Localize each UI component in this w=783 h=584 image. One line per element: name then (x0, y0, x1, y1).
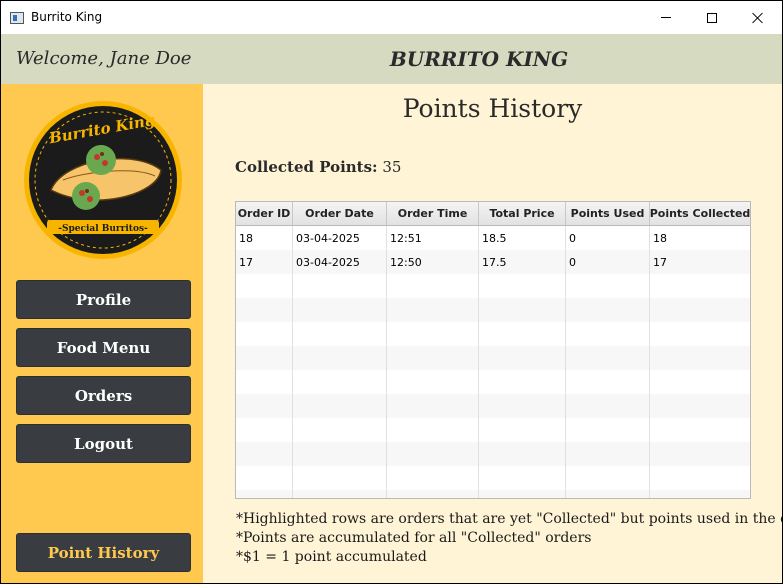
empty-table-row (236, 370, 750, 394)
column-header-order-id[interactable]: Order ID (236, 202, 293, 225)
minimize-button[interactable] (643, 1, 689, 34)
empty-table-row (236, 394, 750, 418)
logout-button[interactable]: Logout (16, 424, 191, 463)
logo-bottom-text: -Special Burritos- (58, 224, 148, 234)
app-icon (10, 12, 24, 24)
table-cell: 0 (566, 226, 650, 250)
window-title: Burrito King (31, 10, 103, 24)
collected-points: Collected Points: 35 (235, 158, 401, 176)
app-window: Burrito King Welcome, Jane Doe BURRITO K… (1, 1, 782, 583)
column-header-order-time[interactable]: Order Time (387, 202, 479, 225)
empty-table-row (236, 274, 750, 298)
empty-table-row (236, 442, 750, 466)
notes: *Highlighted rows are orders that are ye… (236, 510, 782, 567)
table-header: Order ID Order Date Order Time Total Pri… (236, 202, 750, 226)
empty-table-row (236, 490, 750, 498)
note-highlighted-rows: *Highlighted rows are orders that are ye… (236, 511, 782, 527)
collected-points-label: Collected Points: (235, 158, 378, 176)
column-header-order-date[interactable]: Order Date (293, 202, 387, 225)
empty-table-row (236, 322, 750, 346)
title-bar: Burrito King (1, 1, 782, 34)
table-cell: 17 (653, 255, 667, 269)
table-row[interactable]: 18 03-04-2025 12:51 18.5 0 18 (236, 226, 750, 250)
point-history-button[interactable]: Point History (16, 533, 191, 572)
sidebar: Burrito King -Special Burritos- Profile … (1, 84, 203, 583)
column-header-points-collected[interactable]: Points Collected (650, 202, 750, 225)
burrito-king-logo: Burrito King -Special Burritos- (24, 101, 182, 259)
note-points-accumulated: *Points are accumulated for all "Collect… (236, 530, 592, 546)
points-history-table[interactable]: Order ID Order Date Order Time Total Pri… (235, 201, 751, 499)
empty-table-row (236, 466, 750, 490)
page-title: Points History (402, 94, 583, 123)
table-cell: 17.5 (479, 250, 566, 274)
table-cell: 03-04-2025 (293, 226, 387, 250)
empty-table-row (236, 418, 750, 442)
maximize-button[interactable] (689, 1, 735, 34)
note-point-rate: *$1 = 1 point accumulated (236, 549, 427, 565)
header: Welcome, Jane Doe BURRITO KING (1, 34, 782, 84)
close-button[interactable] (735, 1, 781, 34)
maximize-icon (707, 12, 717, 23)
table-cell: 18 (653, 231, 667, 245)
orders-button[interactable]: Orders (16, 376, 191, 415)
minimize-icon (661, 17, 671, 18)
brand-title: BURRITO KING (389, 47, 569, 71)
table-row[interactable]: 17 03-04-2025 12:50 17.5 0 17 (236, 250, 750, 274)
table-cell: 18.5 (479, 226, 566, 250)
empty-table-row (236, 298, 750, 322)
table-cell: 0 (566, 250, 650, 274)
profile-button[interactable]: Profile (16, 280, 191, 319)
empty-table-row (236, 346, 750, 370)
collected-points-value: 35 (382, 158, 402, 176)
table-cell: 17 (236, 250, 293, 274)
table-cell: 12:50 (387, 250, 479, 274)
table-cell: 18 (236, 226, 293, 250)
close-icon (752, 12, 764, 24)
column-header-points-used[interactable]: Points Used (566, 202, 650, 225)
table-cell: 03-04-2025 (293, 250, 387, 274)
food-menu-button[interactable]: Food Menu (16, 328, 191, 367)
table-cell: 12:51 (387, 226, 479, 250)
column-header-total-price[interactable]: Total Price (479, 202, 566, 225)
